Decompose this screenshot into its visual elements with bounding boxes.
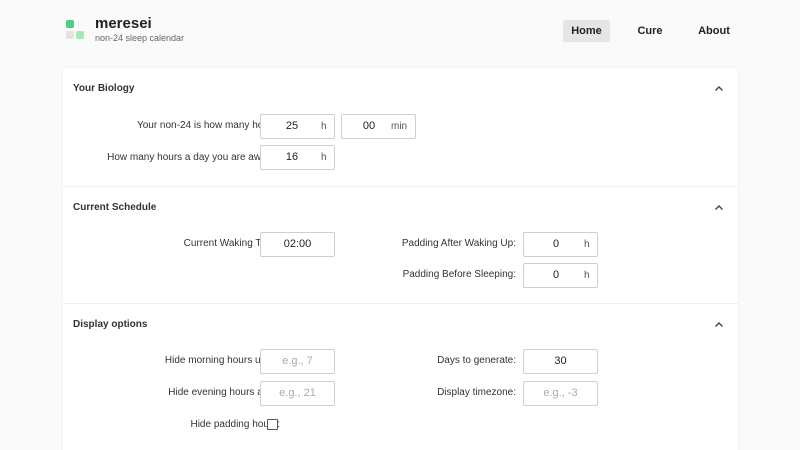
days-value: 30 [554, 355, 567, 367]
padding-before-label: Padding Before Sleeping: [402, 269, 516, 280]
hide-evening-input[interactable]: e.g., 21 [260, 381, 335, 406]
padding-after-input[interactable]: 0 h [523, 232, 598, 257]
hide-evening-placeholder: e.g., 21 [279, 387, 316, 399]
logo-icon [66, 20, 84, 40]
nav-about-button[interactable]: About [693, 20, 735, 42]
section-biology: Your Biology Your non-24 is how many hou… [63, 68, 738, 186]
padding-before-input[interactable]: 0 h [523, 263, 598, 288]
hours-unit: h [321, 121, 327, 132]
app-subtitle: non-24 sleep calendar [95, 33, 185, 43]
hide-padding-checkbox[interactable] [267, 419, 278, 430]
padding-before-value: 0 [552, 269, 560, 281]
days-label: Days to generate: [437, 355, 516, 366]
nav-cure-button[interactable]: Cure [630, 20, 670, 42]
non24-hours-input[interactable]: 25 h [260, 114, 335, 139]
padding-after-label: Padding After Waking Up: [401, 238, 516, 249]
minutes-unit: min [391, 121, 408, 132]
hide-morning-placeholder: e.g., 7 [282, 355, 313, 367]
padding-after-value: 0 [552, 238, 560, 250]
awake-hours-input[interactable]: 16 h [260, 145, 335, 170]
non24-hours-value: 25 [285, 120, 299, 132]
settings-card: Your Biology Your non-24 is how many hou… [63, 68, 738, 450]
section-title-display[interactable]: Display options [73, 319, 147, 330]
non24-minutes-input[interactable]: 00 min [341, 114, 416, 139]
timezone-input[interactable]: e.g., -3 [523, 381, 598, 406]
section-display: Display options Hide morning hours up to… [63, 303, 738, 450]
awake-label: How many hours a day you are awake: [107, 152, 280, 163]
hours-unit: h [584, 270, 590, 281]
chevron-up-icon[interactable] [713, 202, 725, 214]
hours-unit: h [584, 239, 590, 250]
chevron-up-icon[interactable] [713, 319, 725, 331]
section-title-biology[interactable]: Your Biology [73, 83, 134, 94]
timezone-label: Display timezone: [437, 387, 516, 398]
app-header: meresei non-24 sleep calendar Home Cure … [0, 0, 800, 62]
waking-time-value: 02:00 [283, 238, 312, 250]
timezone-placeholder: e.g., -3 [543, 387, 578, 399]
waking-time-input[interactable]: 02:00 [260, 232, 335, 257]
section-title-schedule[interactable]: Current Schedule [73, 202, 156, 213]
app-name: meresei [95, 15, 152, 32]
awake-hours-value: 16 [285, 151, 299, 163]
non24-minutes-value: 00 [362, 120, 376, 132]
chevron-up-icon[interactable] [713, 83, 725, 95]
non24-label: Your non-24 is how many hours: [136, 120, 280, 131]
hours-unit: h [321, 152, 327, 163]
section-schedule: Current Schedule Current Waking Time: 02… [63, 186, 738, 303]
nav-home-button[interactable]: Home [563, 20, 610, 42]
days-input[interactable]: 30 [523, 349, 598, 374]
hide-morning-input[interactable]: e.g., 7 [260, 349, 335, 374]
